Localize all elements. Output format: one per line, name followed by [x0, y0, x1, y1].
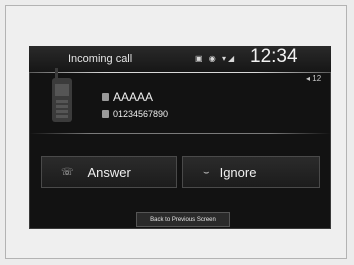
answer-label: Answer — [87, 164, 131, 180]
caller-name: AAAAA — [113, 90, 154, 104]
clock: 12:34 — [250, 46, 298, 67]
answer-button[interactable]: ☏ Answer — [41, 156, 177, 188]
ignore-button[interactable]: ⌣ Ignore — [182, 156, 320, 188]
mobile-phone-icon — [52, 78, 72, 122]
status-icons: ▣ ◉ ▾◢ — [195, 54, 237, 63]
incoming-call-screen: Incoming call ▣ ◉ ▾◢ 12:34 ◂ 12 AAAAA 01… — [29, 46, 331, 229]
contact-icon — [102, 93, 109, 101]
volume-indicator: ◂ 12 — [306, 74, 322, 83]
ignore-label: Ignore — [219, 164, 257, 180]
status-bar: Incoming call ▣ ◉ ▾◢ 12:34 — [29, 46, 331, 73]
caller-number: 01234567890 — [113, 109, 169, 119]
screen-title: Incoming call — [68, 53, 133, 65]
phone-number-icon — [102, 110, 109, 118]
caller-number-row: 01234567890 — [102, 109, 168, 119]
ignore-phone-icon: ⌣ — [203, 166, 210, 178]
back-to-previous-screen-button[interactable]: Back to Previous Screen — [136, 212, 230, 227]
divider — [29, 133, 331, 134]
caller-name-row: AAAAA — [102, 90, 153, 104]
answer-phone-icon: ☏ — [61, 166, 74, 178]
